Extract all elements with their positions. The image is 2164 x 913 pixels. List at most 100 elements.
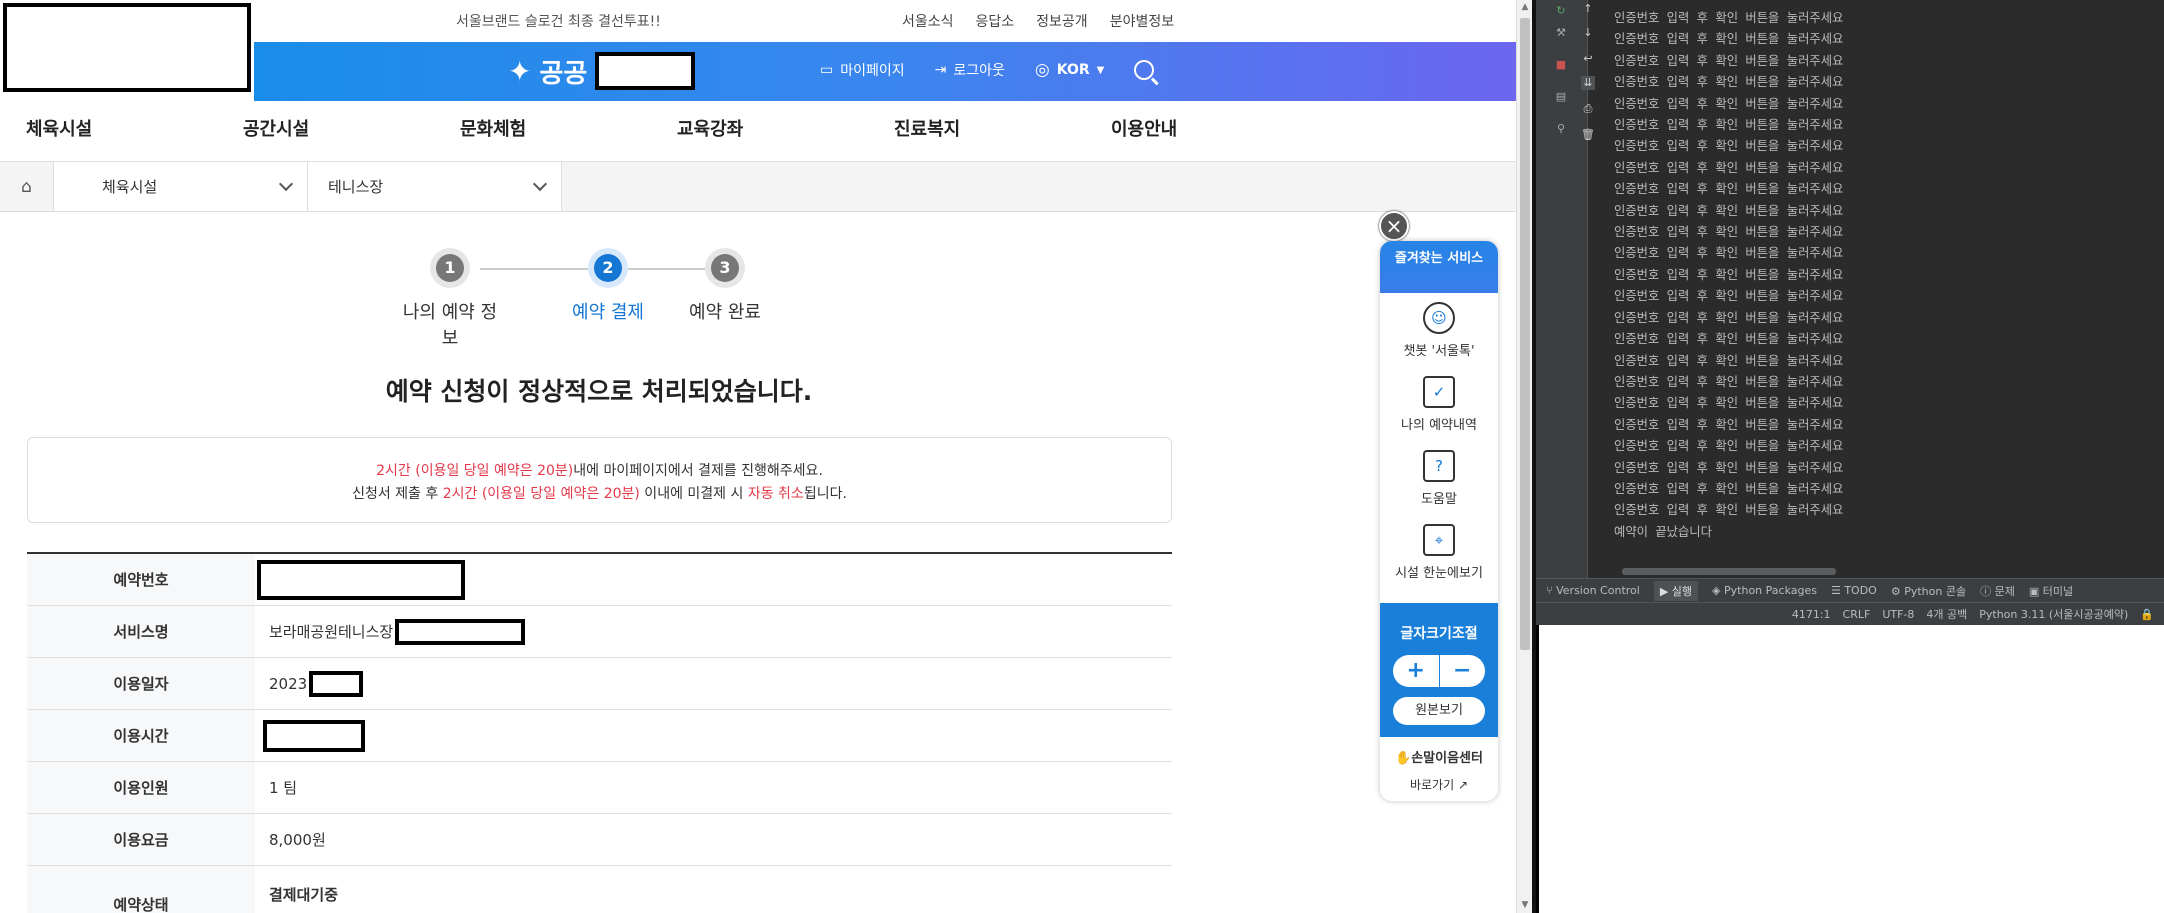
- tab-problems[interactable]: ⓘ 문제: [1980, 583, 2015, 599]
- layout-icon[interactable]: ▤: [1554, 90, 1568, 104]
- logout-label: 로그아웃: [953, 63, 1005, 79]
- scroll-end-icon[interactable]: ⇊: [1581, 76, 1595, 90]
- use-date: 2023: [269, 674, 308, 693]
- brand-text: 공공: [539, 58, 588, 89]
- font-increase-button[interactable]: +: [1393, 655, 1440, 687]
- nav-education[interactable]: 교육강좌: [651, 102, 868, 161]
- quick-item-my-reservations[interactable]: ✓ 나의 예약내역: [1380, 367, 1498, 441]
- console-line: 인증번호 입력 후 확인 버튼을 눌러주세요: [1614, 32, 1844, 47]
- nav-sports[interactable]: 체육시설: [0, 102, 217, 161]
- scroll-down-icon[interactable]: ▼: [1520, 900, 1530, 910]
- original-size-button[interactable]: 원본보기: [1393, 697, 1485, 725]
- line-ending[interactable]: CRLF: [1843, 608, 1871, 621]
- redacted-value: [395, 618, 526, 645]
- tab-todo[interactable]: ☰ TODO: [1831, 584, 1877, 597]
- quick-item-facility-map[interactable]: ⌖ 시설 한눈에보기: [1380, 515, 1498, 589]
- file-encoding[interactable]: UTF-8: [1882, 608, 1914, 621]
- notice-line-2: 신청서 제출 후 2시간 (이용일 당일 예약은 20분) 이내에 미결제 시 …: [28, 483, 1171, 506]
- calendar-check-icon: ✓: [1423, 375, 1455, 408]
- step-label: 예약 완료: [689, 302, 761, 323]
- arrow-up-icon[interactable]: ↑: [1581, 2, 1595, 16]
- step-number: 2: [594, 254, 622, 282]
- tab-label: 문제: [1994, 584, 2015, 598]
- sign-language-link[interactable]: ✋손말이음센터 바로가기 ↗: [1380, 737, 1498, 801]
- soft-wrap-icon[interactable]: ↩: [1581, 52, 1595, 66]
- step-number: 3: [711, 254, 739, 282]
- cursor-position[interactable]: 4171:1: [1792, 608, 1831, 621]
- font-decrease-button[interactable]: −: [1440, 655, 1486, 687]
- console-line: 인증번호 입력 후 확인 버튼을 눌러주세요: [1614, 139, 1844, 154]
- scrollbar-thumb[interactable]: [1520, 18, 1530, 650]
- tab-label: 실행: [1671, 584, 1693, 598]
- nav-culture[interactable]: 문화체험: [434, 102, 651, 161]
- table-row: 이용시간: [27, 710, 1172, 762]
- console-line: 인증번호 입력 후 확인 버튼을 눌러주세요: [1614, 503, 1844, 518]
- trash-icon[interactable]: 🗑: [1581, 128, 1595, 142]
- tab-python-packages[interactable]: ◈ Python Packages: [1712, 584, 1817, 597]
- font-size-title: 글자크기조절: [1400, 626, 1478, 642]
- console-line: 인증번호 입력 후 확인 버튼을 눌러주세요: [1614, 53, 1844, 68]
- brand-logo[interactable]: ✦ 공공: [508, 52, 696, 90]
- service-name: 보라매공원테니스장: [269, 623, 394, 641]
- lock-icon: 🔒: [2140, 607, 2154, 621]
- tab-python-console[interactable]: ⚙ Python 콘솔: [1891, 583, 1966, 599]
- monitor-icon: ▭: [820, 62, 834, 78]
- logout-button[interactable]: ⇥ 로그아웃: [935, 60, 1005, 80]
- tab-terminal[interactable]: ▣ 터미널: [2029, 583, 2073, 599]
- language-select[interactable]: ◎ KOR ▼: [1035, 60, 1104, 80]
- table-row: 예약상태 결제대기중: [27, 866, 1172, 913]
- slogan-link[interactable]: 서울브랜드 슬로건 최종 결선투표!!: [456, 11, 661, 31]
- python-interpreter[interactable]: Python 3.11 (서울시공공예약): [1979, 606, 2128, 622]
- row-label: 이용인원: [27, 762, 255, 813]
- top-link-news[interactable]: 서울소식: [902, 11, 954, 31]
- notice-text: 이내에 미결제 시: [639, 486, 748, 502]
- row-label: 예약상태: [27, 866, 255, 913]
- rerun-icon[interactable]: ↻: [1554, 4, 1568, 18]
- nav-guide[interactable]: 이용안내: [1085, 102, 1302, 161]
- category-select[interactable]: 체육시설: [54, 162, 308, 211]
- top-link-info[interactable]: 정보공개: [1036, 11, 1088, 31]
- search-icon[interactable]: [1134, 60, 1155, 80]
- close-icon[interactable]: ×: [1379, 211, 1409, 241]
- tab-version-control[interactable]: ⑂ Version Control: [1546, 584, 1640, 597]
- browser-scrollbar[interactable]: ▲ ▼: [1516, 0, 1532, 913]
- table-row: 이용인원 1 팀: [27, 762, 1172, 814]
- caret-down-icon: ▼: [1096, 64, 1105, 76]
- quick-item-label: 나의 예약내역: [1401, 417, 1477, 433]
- scroll-up-icon[interactable]: ▲: [1520, 2, 1530, 12]
- mypage-button[interactable]: ▭ 마이페이지: [820, 60, 905, 80]
- step-label: 나의 예약 정보: [402, 302, 498, 349]
- indent-setting[interactable]: 4개 공백: [1926, 606, 1967, 622]
- print-icon[interactable]: ⎙: [1581, 102, 1595, 116]
- notice-auto-cancel: 자동 취소: [747, 486, 804, 502]
- top-utility-bar: 서울브랜드 슬로건 최종 결선투표!! 서울소식 응답소 정보공개 분야별정보: [0, 0, 1516, 42]
- console-line: 인증번호 입력 후 확인 버튼을 눌러주세요: [1614, 481, 1844, 496]
- chatbot-icon: ☺: [1423, 301, 1455, 334]
- tab-label: TODO: [1844, 584, 1877, 597]
- console-line: 인증번호 입력 후 확인 버튼을 눌러주세요: [1614, 439, 1844, 454]
- result-title: 예약 신청이 정상적으로 처리되었습니다.: [385, 377, 813, 406]
- stop-icon[interactable]: ■: [1554, 58, 1568, 72]
- top-link-field[interactable]: 분야별정보: [1110, 11, 1174, 31]
- go-link: 바로가기: [1409, 778, 1455, 792]
- nav-space[interactable]: 공간시설: [217, 102, 434, 161]
- arrow-down-icon[interactable]: ↓: [1581, 26, 1595, 40]
- home-icon: ⌂: [21, 176, 32, 197]
- wrench-icon[interactable]: ⚒: [1554, 26, 1568, 40]
- subcategory-select[interactable]: 테니스장: [308, 162, 562, 211]
- top-link-response[interactable]: 응답소: [976, 11, 1015, 31]
- pin-icon[interactable]: ⚲: [1554, 122, 1568, 136]
- quick-item-help[interactable]: ? 도움말: [1380, 441, 1498, 515]
- external-link-icon: ↗: [1454, 778, 1469, 792]
- home-button[interactable]: ⌂: [0, 162, 54, 211]
- font-size-stepper: + −: [1393, 655, 1485, 687]
- quick-item-label: 시설 한눈에보기: [1395, 565, 1483, 581]
- nav-medical[interactable]: 진료복지: [868, 102, 1085, 161]
- quick-item-chatbot[interactable]: ☺ 챗봇 '서울톡': [1380, 293, 1498, 367]
- console-line: 인증번호 입력 후 확인 버튼을 눌러주세요: [1614, 267, 1844, 282]
- step-number: 1: [436, 254, 464, 282]
- console-hscrollbar[interactable]: [1622, 568, 1836, 575]
- ide-tool-tabs: ⑂ Version Control ▶ 실행 ◈ Python Packages…: [1536, 578, 2164, 602]
- tab-run[interactable]: ▶ 실행: [1653, 580, 1699, 601]
- main-nav: 체육시설 공간시설 문화체험 교육강좌 진료복지 이용안내: [0, 102, 1516, 162]
